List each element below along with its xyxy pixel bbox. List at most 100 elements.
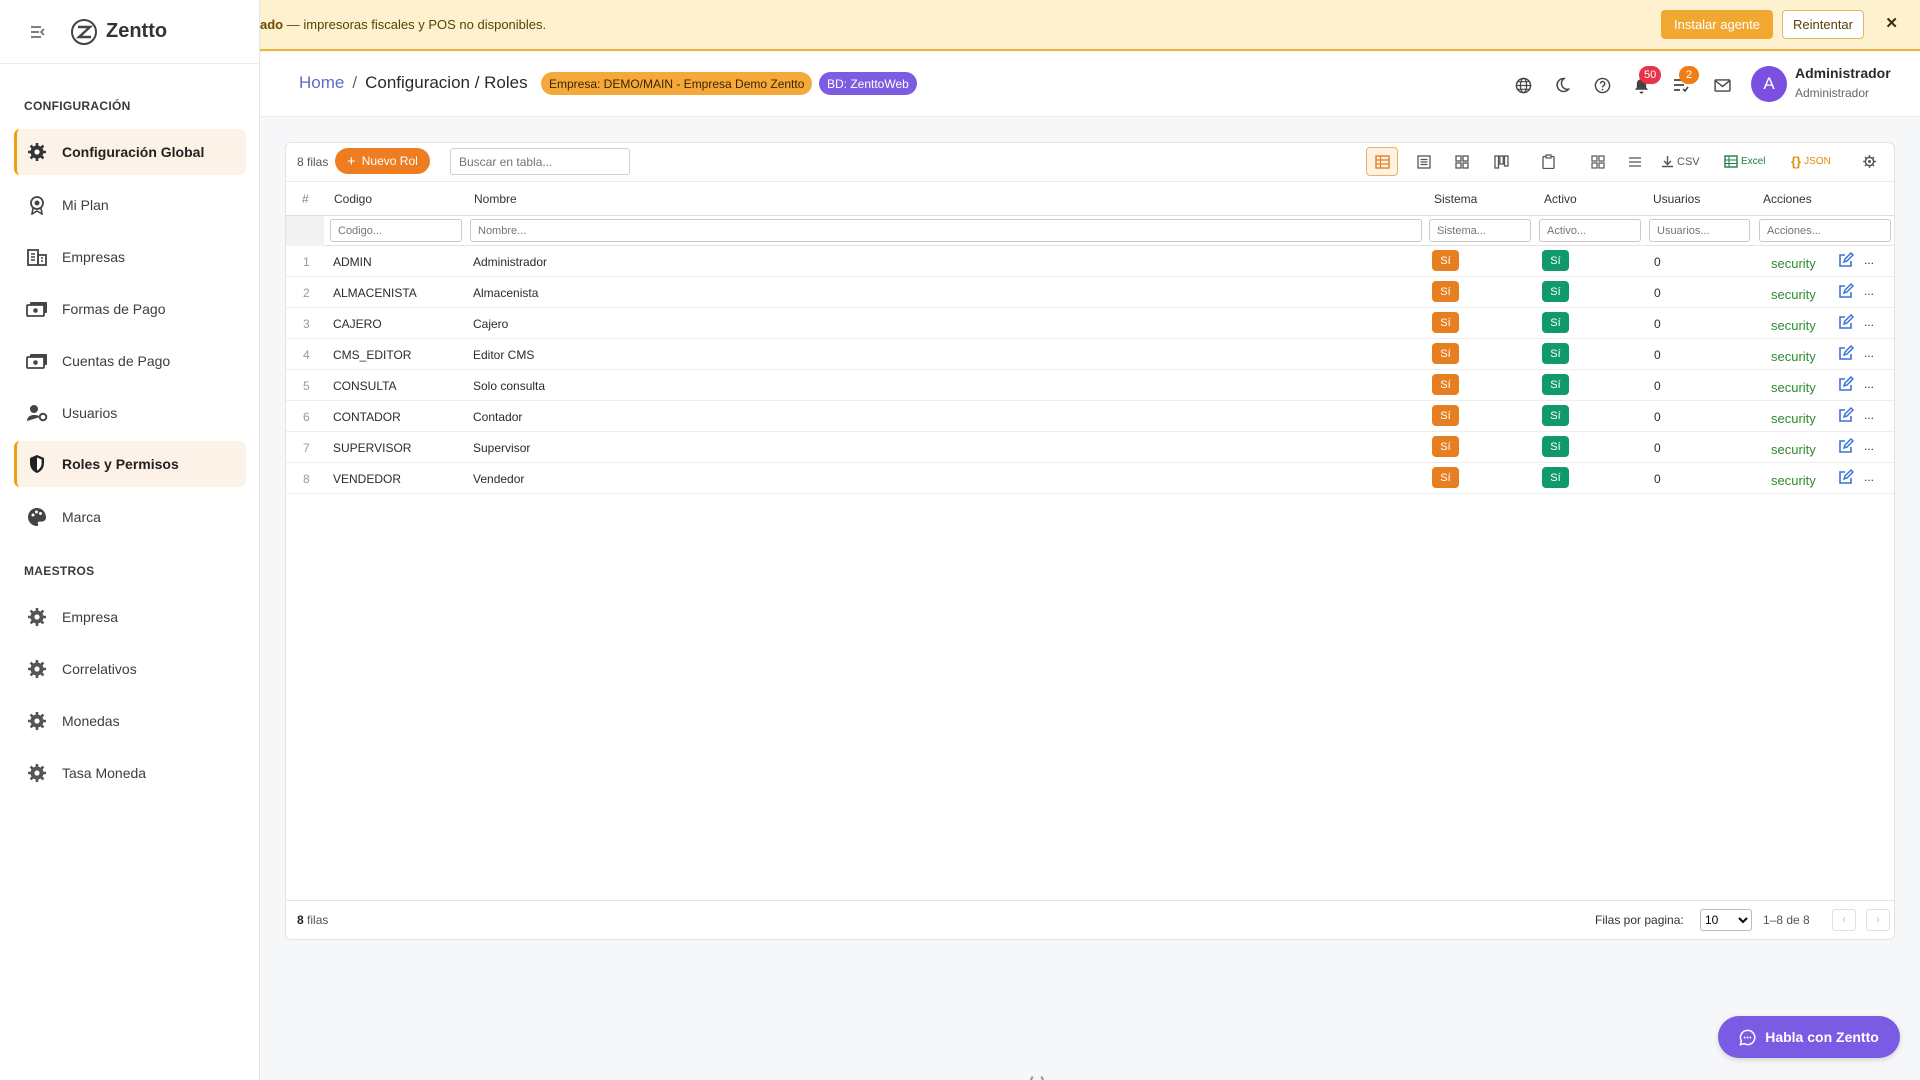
edit-icon[interactable] (1838, 313, 1855, 333)
security-action-link[interactable]: security (1771, 287, 1816, 302)
retry-button[interactable]: Reintentar (1782, 10, 1864, 39)
csv-export-button[interactable]: CSV (1661, 147, 1700, 176)
more-actions-button[interactable]: ... (1864, 253, 1874, 267)
security-action-link[interactable]: security (1771, 318, 1816, 333)
previous-page-button[interactable]: ‹ (1832, 909, 1856, 931)
sidebar-item-marca[interactable]: Marca (14, 494, 246, 540)
sidebar-item-label: Correlativos (62, 661, 137, 677)
sidebar-item-cuentas-de-pago[interactable]: Cuentas de Pago (14, 338, 246, 384)
excel-export-button[interactable]: Excel (1724, 147, 1765, 176)
mail-icon[interactable] (1711, 74, 1733, 96)
filter-activo-input[interactable] (1539, 219, 1641, 242)
table-row[interactable]: 5 CONSULTA Solo consulta Sí Sí 0 securit… (286, 370, 1894, 401)
sidebar-item-roles-y-permisos[interactable]: Roles y Permisos (14, 441, 246, 487)
sidebar-item-tasa-moneda[interactable]: Tasa Moneda (14, 750, 246, 796)
column-header-sistema[interactable]: Sistema (1434, 192, 1477, 206)
activo-badge: Sí (1542, 343, 1569, 364)
density-icon[interactable] (1624, 147, 1646, 176)
list-view-icon[interactable] (1412, 147, 1436, 176)
kanban-view-icon[interactable] (1489, 147, 1513, 176)
chat-with-zentto-button[interactable]: Habla con Zentto (1718, 1016, 1900, 1058)
task-list-icon[interactable]: 2 (1670, 66, 1699, 96)
sidebar-item-correlativos[interactable]: Correlativos (14, 646, 246, 692)
dark-mode-icon[interactable] (1551, 74, 1573, 96)
logo[interactable]: Zentto (70, 18, 167, 46)
security-action-link[interactable]: security (1771, 411, 1816, 426)
next-page-button[interactable]: › (1866, 909, 1890, 931)
table-view-icon[interactable] (1366, 147, 1398, 176)
more-actions-button[interactable]: ... (1864, 439, 1874, 453)
gear-icon (26, 658, 48, 680)
filter-codigo-input[interactable] (330, 219, 462, 242)
table-row[interactable]: 6 CONTADOR Contador Sí Sí 0 security ... (286, 401, 1894, 432)
column-header-acciones[interactable]: Acciones (1763, 192, 1812, 206)
tasks-badge: 2 (1679, 66, 1699, 84)
json-export-button[interactable]: {} JSON (1791, 147, 1831, 176)
settings-icon[interactable] (1859, 147, 1879, 176)
table-row[interactable]: 4 CMS_EDITOR Editor CMS Sí Sí 0 security… (286, 339, 1894, 370)
edit-icon[interactable] (1838, 344, 1855, 364)
edit-icon[interactable] (1838, 406, 1855, 426)
grid-search-input[interactable] (450, 148, 630, 175)
more-actions-button[interactable]: ... (1864, 377, 1874, 391)
edit-icon[interactable] (1838, 282, 1855, 302)
activo-badge: Sí (1542, 281, 1569, 302)
filter-gutter (286, 216, 324, 246)
install-agent-button[interactable]: Instalar agente (1660, 10, 1773, 39)
clipboard-icon[interactable] (1537, 147, 1559, 176)
column-header-usuarios[interactable]: Usuarios (1653, 192, 1700, 206)
filter-row (286, 216, 1894, 246)
security-action-link[interactable]: security (1771, 473, 1816, 488)
table-row[interactable]: 7 SUPERVISOR Supervisor Sí Sí 0 security… (286, 432, 1894, 463)
rows-per-page-select[interactable]: 10 (1700, 909, 1752, 931)
security-action-link[interactable]: security (1771, 349, 1816, 364)
empresa-chip[interactable]: Empresa: DEMO/MAIN - Empresa Demo Zentto (541, 72, 813, 95)
edit-icon[interactable] (1838, 375, 1855, 395)
breadcrumb-home-link[interactable]: Home (299, 73, 344, 93)
menu-collapse-icon[interactable] (28, 22, 48, 42)
security-action-link[interactable]: security (1771, 442, 1816, 457)
sistema-badge: Sí (1432, 312, 1459, 333)
database-chip[interactable]: BD: ZenttoWeb (819, 72, 917, 95)
table-row[interactable]: 1 ADMIN Administrador Sí Sí 0 security .… (286, 246, 1894, 277)
sidebar-item-empresa[interactable]: Empresa (14, 594, 246, 640)
grid-view-icon[interactable] (1450, 147, 1474, 176)
avatar[interactable]: A (1751, 66, 1787, 102)
table-row[interactable]: 8 VENDEDOR Vendedor Sí Sí 0 security ... (286, 463, 1894, 494)
sidebar-item-monedas[interactable]: Monedas (14, 698, 246, 744)
more-actions-button[interactable]: ... (1864, 346, 1874, 360)
more-actions-button[interactable]: ... (1864, 284, 1874, 298)
filter-acciones-input[interactable] (1759, 219, 1891, 242)
new-role-button[interactable]: + Nuevo Rol (335, 148, 430, 174)
security-action-link[interactable]: security (1771, 380, 1816, 395)
edit-icon[interactable] (1838, 251, 1855, 271)
sidebar-item-configuracion-global[interactable]: Configuración Global (14, 129, 246, 175)
notifications-badge: 50 (1639, 66, 1662, 84)
security-action-link[interactable]: security (1771, 256, 1816, 271)
more-actions-button[interactable]: ... (1864, 315, 1874, 329)
columns-icon[interactable] (1587, 147, 1609, 176)
column-header-activo[interactable]: Activo (1544, 192, 1577, 206)
filter-nombre-input[interactable] (470, 219, 1422, 242)
column-header-nombre[interactable]: Nombre (474, 192, 517, 206)
column-header-codigo[interactable]: Codigo (334, 192, 372, 206)
sidebar-item-formas-de-pago[interactable]: Formas de Pago (14, 286, 246, 332)
table-row[interactable]: 2 ALMACENISTA Almacenista Sí Sí 0 securi… (286, 277, 1894, 308)
sidebar-item-mi-plan[interactable]: Mi Plan (14, 182, 246, 228)
more-actions-button[interactable]: ... (1864, 470, 1874, 484)
globe-icon[interactable] (1512, 74, 1534, 96)
filter-usuarios-input[interactable] (1649, 219, 1750, 242)
sidebar-item-usuarios[interactable]: Usuarios (14, 390, 246, 436)
palette-icon (26, 506, 48, 528)
help-icon[interactable] (1591, 74, 1613, 96)
bell-icon[interactable]: 50 (1630, 66, 1662, 96)
table-row[interactable]: 3 CAJERO Cajero Sí Sí 0 security ... (286, 308, 1894, 339)
sidebar-item-empresas[interactable]: Empresas (14, 234, 246, 280)
close-icon[interactable]: ✕ (1885, 14, 1898, 32)
filter-sistema-input[interactable] (1429, 219, 1531, 242)
edit-icon[interactable] (1838, 437, 1855, 457)
edit-icon[interactable] (1838, 468, 1855, 488)
more-actions-button[interactable]: ... (1864, 408, 1874, 422)
grid-toolbar: 8 filas + Nuevo Rol CSV Excel {}JSON (286, 143, 1894, 182)
user-name[interactable]: Administrador (1795, 65, 1891, 81)
